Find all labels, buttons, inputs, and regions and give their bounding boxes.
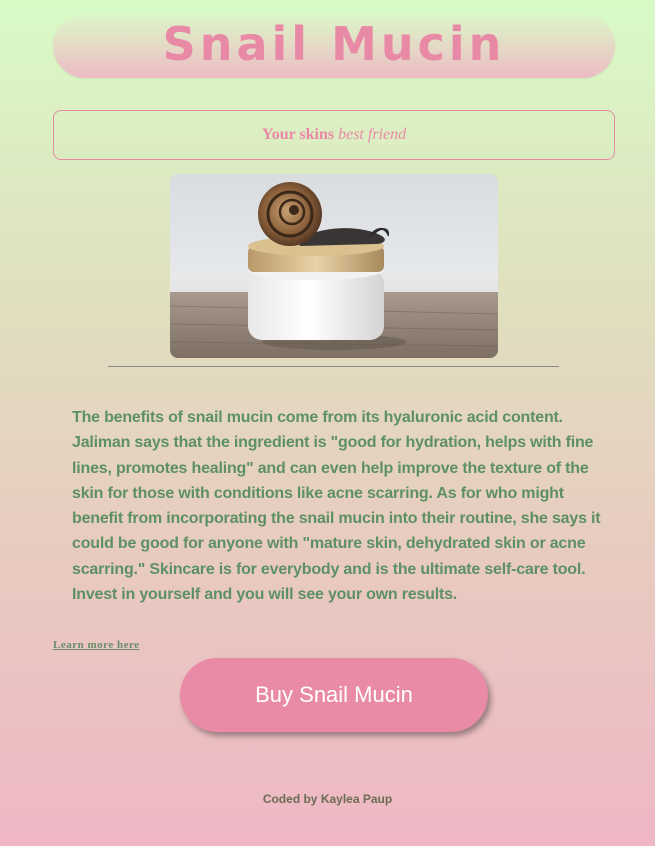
- tagline-text: Your skins: [261, 126, 335, 143]
- description-text: The benefits of snail mucin come from it…: [72, 409, 601, 604]
- footer-credit: Coded by Kaylea Paup: [262, 792, 393, 806]
- learn-more-link[interactable]: Learn more here: [53, 639, 140, 651]
- tagline-box: Your skins best friend: [53, 110, 615, 160]
- title-banner: Snail Mucin: [53, 14, 615, 78]
- page-title: Snail Mucin: [162, 17, 506, 71]
- buy-button[interactable]: Buy Snail Mucin: [180, 658, 488, 732]
- divider: [108, 366, 559, 367]
- snail-jar-illustration: [170, 174, 498, 358]
- product-image: [170, 174, 498, 358]
- tagline-emphasis: best friend: [338, 126, 407, 143]
